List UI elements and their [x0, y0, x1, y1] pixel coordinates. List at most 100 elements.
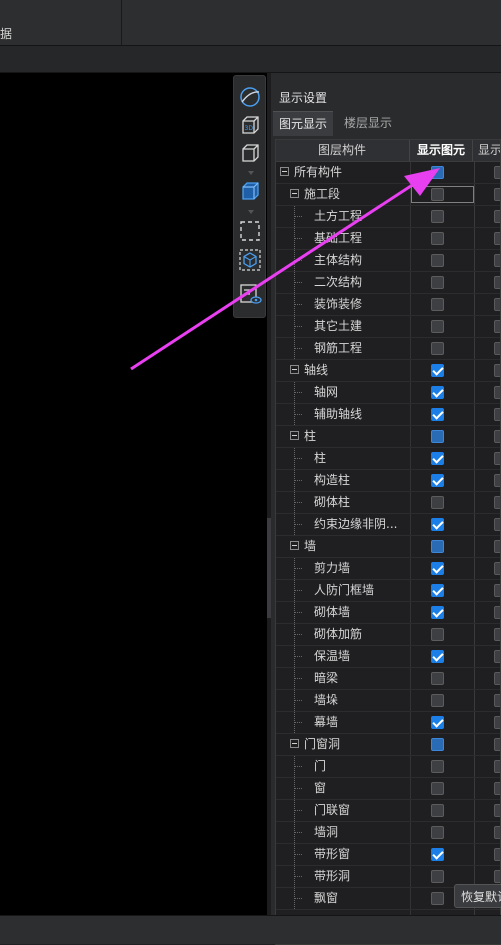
show-name-checkbox[interactable]: [494, 760, 500, 773]
menu-item-fragment[interactable]: 据: [0, 25, 12, 42]
tree-row[interactable]: 门窗洞: [276, 734, 500, 756]
collapse-toggle-icon[interactable]: [290, 739, 299, 748]
show-element-checkbox[interactable]: [431, 320, 444, 333]
collapse-toggle-icon[interactable]: [290, 431, 299, 440]
show-element-checkbox[interactable]: [431, 386, 444, 399]
tree-row[interactable]: 砌体加筋: [276, 624, 500, 646]
show-name-checkbox[interactable]: [494, 672, 500, 685]
show-name-checkbox[interactable]: [494, 452, 500, 465]
show-element-checkbox[interactable]: [431, 584, 444, 597]
drawing-viewport[interactable]: [0, 73, 267, 915]
tree-row[interactable]: 幕墙: [276, 712, 500, 734]
tree-row[interactable]: 其它土建: [276, 316, 500, 338]
column-header-show-name[interactable]: 显示: [472, 140, 500, 161]
display-settings-icon[interactable]: [238, 282, 262, 306]
tab-element-display[interactable]: 图元显示: [273, 111, 333, 136]
tree-row[interactable]: 主体结构: [276, 250, 500, 272]
isolate-icon[interactable]: [238, 248, 262, 272]
show-name-checkbox[interactable]: [494, 628, 500, 641]
show-element-checkbox[interactable]: [431, 804, 444, 817]
show-element-checkbox[interactable]: [431, 716, 444, 729]
show-name-checkbox[interactable]: [494, 584, 500, 597]
show-element-checkbox[interactable]: [431, 540, 444, 553]
show-element-checkbox[interactable]: [431, 694, 444, 707]
show-name-checkbox[interactable]: [494, 782, 500, 795]
show-name-checkbox[interactable]: [494, 606, 500, 619]
show-element-checkbox[interactable]: [431, 452, 444, 465]
show-element-checkbox[interactable]: [431, 210, 444, 223]
show-name-checkbox[interactable]: [494, 694, 500, 707]
show-name-checkbox[interactable]: [494, 364, 500, 377]
orbit-icon[interactable]: [238, 85, 262, 109]
box-solid-icon[interactable]: [238, 180, 262, 204]
show-name-checkbox[interactable]: [494, 210, 500, 223]
show-name-checkbox[interactable]: [494, 870, 500, 883]
show-name-checkbox[interactable]: [494, 298, 500, 311]
tab-floor-display[interactable]: 楼层显示: [337, 111, 399, 135]
show-element-checkbox[interactable]: [431, 650, 444, 663]
show-element-checkbox[interactable]: [431, 782, 444, 795]
show-element-checkbox[interactable]: [431, 276, 444, 289]
show-element-checkbox[interactable]: [431, 892, 444, 905]
collapse-toggle-icon[interactable]: [290, 189, 299, 198]
show-name-checkbox[interactable]: [494, 188, 500, 201]
show-name-checkbox[interactable]: [494, 540, 500, 553]
column-header-show-element[interactable]: 显示图元: [409, 140, 472, 161]
tree-row[interactable]: 暗梁: [276, 668, 500, 690]
tree-row[interactable]: 轴线: [276, 360, 500, 382]
show-name-checkbox[interactable]: [494, 276, 500, 289]
collapse-toggle-icon[interactable]: [290, 365, 299, 374]
show-name-checkbox[interactable]: [494, 826, 500, 839]
tree-row[interactable]: 砌体墙: [276, 602, 500, 624]
show-element-checkbox[interactable]: [431, 496, 444, 509]
tree-row[interactable]: 所有构件: [276, 162, 500, 184]
tree-row[interactable]: 构造柱: [276, 470, 500, 492]
restore-default-button[interactable]: 恢复默认: [454, 884, 501, 908]
show-element-checkbox[interactable]: [431, 848, 444, 861]
show-element-checkbox[interactable]: [431, 364, 444, 377]
show-name-checkbox[interactable]: [494, 430, 500, 443]
tree-row[interactable]: 人防门框墙: [276, 580, 500, 602]
show-element-checkbox[interactable]: [431, 430, 444, 443]
tree-row[interactable]: 约束边缘非阴...: [276, 514, 500, 536]
show-name-checkbox[interactable]: [494, 386, 500, 399]
show-element-checkbox[interactable]: [431, 562, 444, 575]
dropdown-chevron-icon[interactable]: [248, 171, 254, 175]
show-element-checkbox[interactable]: [431, 408, 444, 421]
box-view-icon[interactable]: [238, 142, 262, 166]
show-element-checkbox[interactable]: [431, 826, 444, 839]
show-element-checkbox[interactable]: [431, 628, 444, 641]
show-name-checkbox[interactable]: [494, 496, 500, 509]
collapse-toggle-icon[interactable]: [280, 167, 289, 176]
show-name-checkbox[interactable]: [494, 342, 500, 355]
show-element-checkbox[interactable]: [431, 188, 444, 201]
tree-row[interactable]: 基础工程: [276, 228, 500, 250]
show-element-checkbox[interactable]: [431, 342, 444, 355]
3d-view-icon[interactable]: 3D: [238, 114, 262, 138]
tree-row[interactable]: 门联窗: [276, 800, 500, 822]
show-element-checkbox[interactable]: [431, 606, 444, 619]
show-element-checkbox[interactable]: [431, 518, 444, 531]
show-element-checkbox[interactable]: [431, 298, 444, 311]
dropdown-chevron-icon-2[interactable]: [248, 210, 254, 214]
show-element-checkbox[interactable]: [431, 738, 444, 751]
show-element-checkbox[interactable]: [431, 474, 444, 487]
tree-row[interactable]: 施工段: [276, 184, 500, 206]
show-name-checkbox[interactable]: [494, 804, 500, 817]
tree-row[interactable]: 保温墙: [276, 646, 500, 668]
tree-row[interactable]: 柱: [276, 426, 500, 448]
column-header-layer[interactable]: 图层构件: [276, 140, 408, 161]
show-name-checkbox[interactable]: [494, 518, 500, 531]
show-name-checkbox[interactable]: [494, 562, 500, 575]
show-name-checkbox[interactable]: [494, 166, 500, 179]
tree-row[interactable]: 土方工程: [276, 206, 500, 228]
tree-row[interactable]: 墙: [276, 536, 500, 558]
tree-row[interactable]: 轴网: [276, 382, 500, 404]
tree-row[interactable]: 剪力墙: [276, 558, 500, 580]
tree-row[interactable]: 砌体柱: [276, 492, 500, 514]
show-name-checkbox[interactable]: [494, 738, 500, 751]
show-name-checkbox[interactable]: [494, 716, 500, 729]
tree-row[interactable]: 门: [276, 756, 500, 778]
tree-row[interactable]: 装饰装修: [276, 294, 500, 316]
show-element-checkbox[interactable]: [431, 232, 444, 245]
